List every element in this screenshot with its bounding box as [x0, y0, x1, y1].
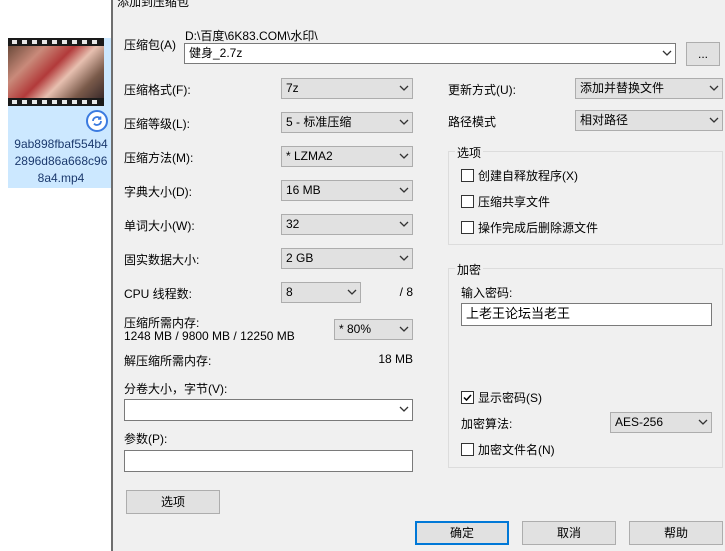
- solid-select[interactable]: 2 GB: [281, 248, 413, 269]
- format-label: 压缩格式(F):: [124, 83, 191, 97]
- path-value: 相对路径: [580, 113, 629, 127]
- chevron-down-icon: [662, 50, 672, 56]
- algo-label: 加密算法:: [461, 417, 513, 431]
- add-to-archive-dialog: 添加到压缩包 压缩包(A) D:\百度\6K83.COM\水印\ 健身_2.7z…: [113, 0, 725, 551]
- format-value: 7z: [286, 81, 299, 95]
- encrypt-names-label: 加密文件名(N): [478, 442, 555, 457]
- cpu-label: CPU 线程数:: [124, 287, 193, 301]
- sync-icon: [86, 110, 108, 132]
- options-button[interactable]: 选项: [126, 490, 220, 514]
- cpu-total: / 8: [399, 285, 413, 299]
- shared-checkbox[interactable]: [461, 194, 474, 208]
- sfx-checkbox[interactable]: [461, 168, 474, 182]
- volume-label: 分卷大小，字节(V):: [124, 382, 228, 396]
- chevron-down-icon: [399, 255, 409, 261]
- options-group-title: 选项: [455, 144, 484, 161]
- sfx-label: 创建自释放程序(X): [478, 168, 578, 183]
- chevron-down-icon: [399, 187, 409, 193]
- encrypt-names-checkbox[interactable]: [461, 442, 474, 456]
- method-select[interactable]: * LZMA2: [281, 146, 413, 167]
- chevron-down-icon: [698, 419, 708, 425]
- password-input[interactable]: 上老王论坛当老王: [461, 303, 712, 326]
- chevron-down-icon: [399, 326, 409, 332]
- video-thumbnail[interactable]: [8, 38, 104, 106]
- desktop-area: 9ab898fbaf554b42896d86a668c968a4.mp4: [0, 0, 113, 551]
- encryption-algo-select[interactable]: AES-256: [610, 412, 712, 433]
- archive-name-value: 健身_2.7z: [189, 46, 243, 60]
- chevron-down-icon: [399, 406, 409, 412]
- archive-label: 压缩包(A): [124, 38, 176, 52]
- params-input[interactable]: [124, 450, 413, 472]
- level-label: 压缩等级(L):: [124, 117, 191, 131]
- dict-select[interactable]: 16 MB: [281, 180, 413, 201]
- params-label: 参数(P):: [124, 432, 168, 446]
- encryption-group-title: 加密: [455, 261, 484, 278]
- decomp-value: 18 MB: [378, 352, 413, 366]
- level-select[interactable]: 5 - 标准压缩: [281, 112, 413, 133]
- chevron-down-icon: [347, 289, 357, 295]
- algo-value: AES-256: [615, 415, 664, 429]
- solid-value: 2 GB: [286, 251, 314, 265]
- cancel-button[interactable]: 取消: [522, 521, 616, 545]
- chevron-down-icon: [399, 153, 409, 159]
- cpu-threads-select[interactable]: 8: [281, 282, 361, 303]
- archive-path: D:\百度\6K83.COM\水印\: [185, 29, 318, 43]
- thumbnail-image: [8, 46, 104, 98]
- method-label: 压缩方法(M):: [124, 151, 194, 165]
- shared-option[interactable]: 压缩共享文件: [461, 193, 550, 209]
- mem-value: * 80%: [339, 322, 372, 336]
- ok-button[interactable]: 确定: [415, 521, 509, 545]
- archive-name-combo[interactable]: 健身_2.7z: [184, 43, 676, 64]
- decomp-label: 解压缩所需内存:: [124, 354, 212, 368]
- chevron-down-icon: [399, 85, 409, 91]
- file-name-label[interactable]: 9ab898fbaf554b42896d86a668c968a4.mp4: [12, 136, 110, 187]
- update-mode-select[interactable]: 添加并替换文件: [575, 78, 723, 99]
- mem-usage-select[interactable]: * 80%: [334, 319, 413, 340]
- update-value: 添加并替换文件: [580, 81, 665, 95]
- checkmark-icon: [463, 393, 472, 401]
- help-button[interactable]: 帮助: [629, 521, 723, 545]
- update-label: 更新方式(U):: [448, 83, 516, 97]
- cpu-value: 8: [286, 285, 293, 299]
- delete-label: 操作完成后删除源文件: [478, 220, 599, 235]
- word-value: 32: [286, 217, 300, 231]
- volume-size-combo[interactable]: [124, 399, 413, 421]
- format-select[interactable]: 7z: [281, 78, 413, 99]
- film-strip-bottom: [8, 98, 104, 106]
- level-value: 5 - 标准压缩: [286, 115, 352, 129]
- password-label: 输入密码:: [461, 286, 513, 300]
- browse-button[interactable]: ...: [686, 42, 720, 66]
- chevron-down-icon: [709, 85, 719, 91]
- solid-label: 固实数据大小:: [124, 253, 200, 267]
- film-strip-top: [8, 38, 104, 46]
- word-label: 单词大小(W):: [124, 219, 195, 233]
- word-select[interactable]: 32: [281, 214, 413, 235]
- show-password-checkbox[interactable]: [461, 390, 474, 404]
- sfx-option[interactable]: 创建自释放程序(X): [461, 167, 578, 183]
- chevron-down-icon: [709, 117, 719, 123]
- dict-label: 字典大小(D):: [124, 185, 192, 199]
- path-label: 路径模式: [448, 115, 497, 129]
- delete-option[interactable]: 操作完成后删除源文件: [461, 219, 598, 235]
- dialog-title: 添加到压缩包: [117, 0, 190, 9]
- shared-label: 压缩共享文件: [478, 194, 551, 209]
- mem-detail: 1248 MB / 9800 MB / 12250 MB: [124, 329, 295, 343]
- show-password-option[interactable]: 显示密码(S): [461, 389, 542, 405]
- chevron-down-icon: [399, 221, 409, 227]
- method-value: * LZMA2: [286, 149, 333, 163]
- encrypt-names-option[interactable]: 加密文件名(N): [461, 441, 555, 457]
- delete-checkbox[interactable]: [461, 220, 474, 234]
- chevron-down-icon: [399, 119, 409, 125]
- show-password-label: 显示密码(S): [478, 390, 542, 405]
- path-mode-select[interactable]: 相对路径: [575, 110, 723, 131]
- dict-value: 16 MB: [286, 183, 321, 197]
